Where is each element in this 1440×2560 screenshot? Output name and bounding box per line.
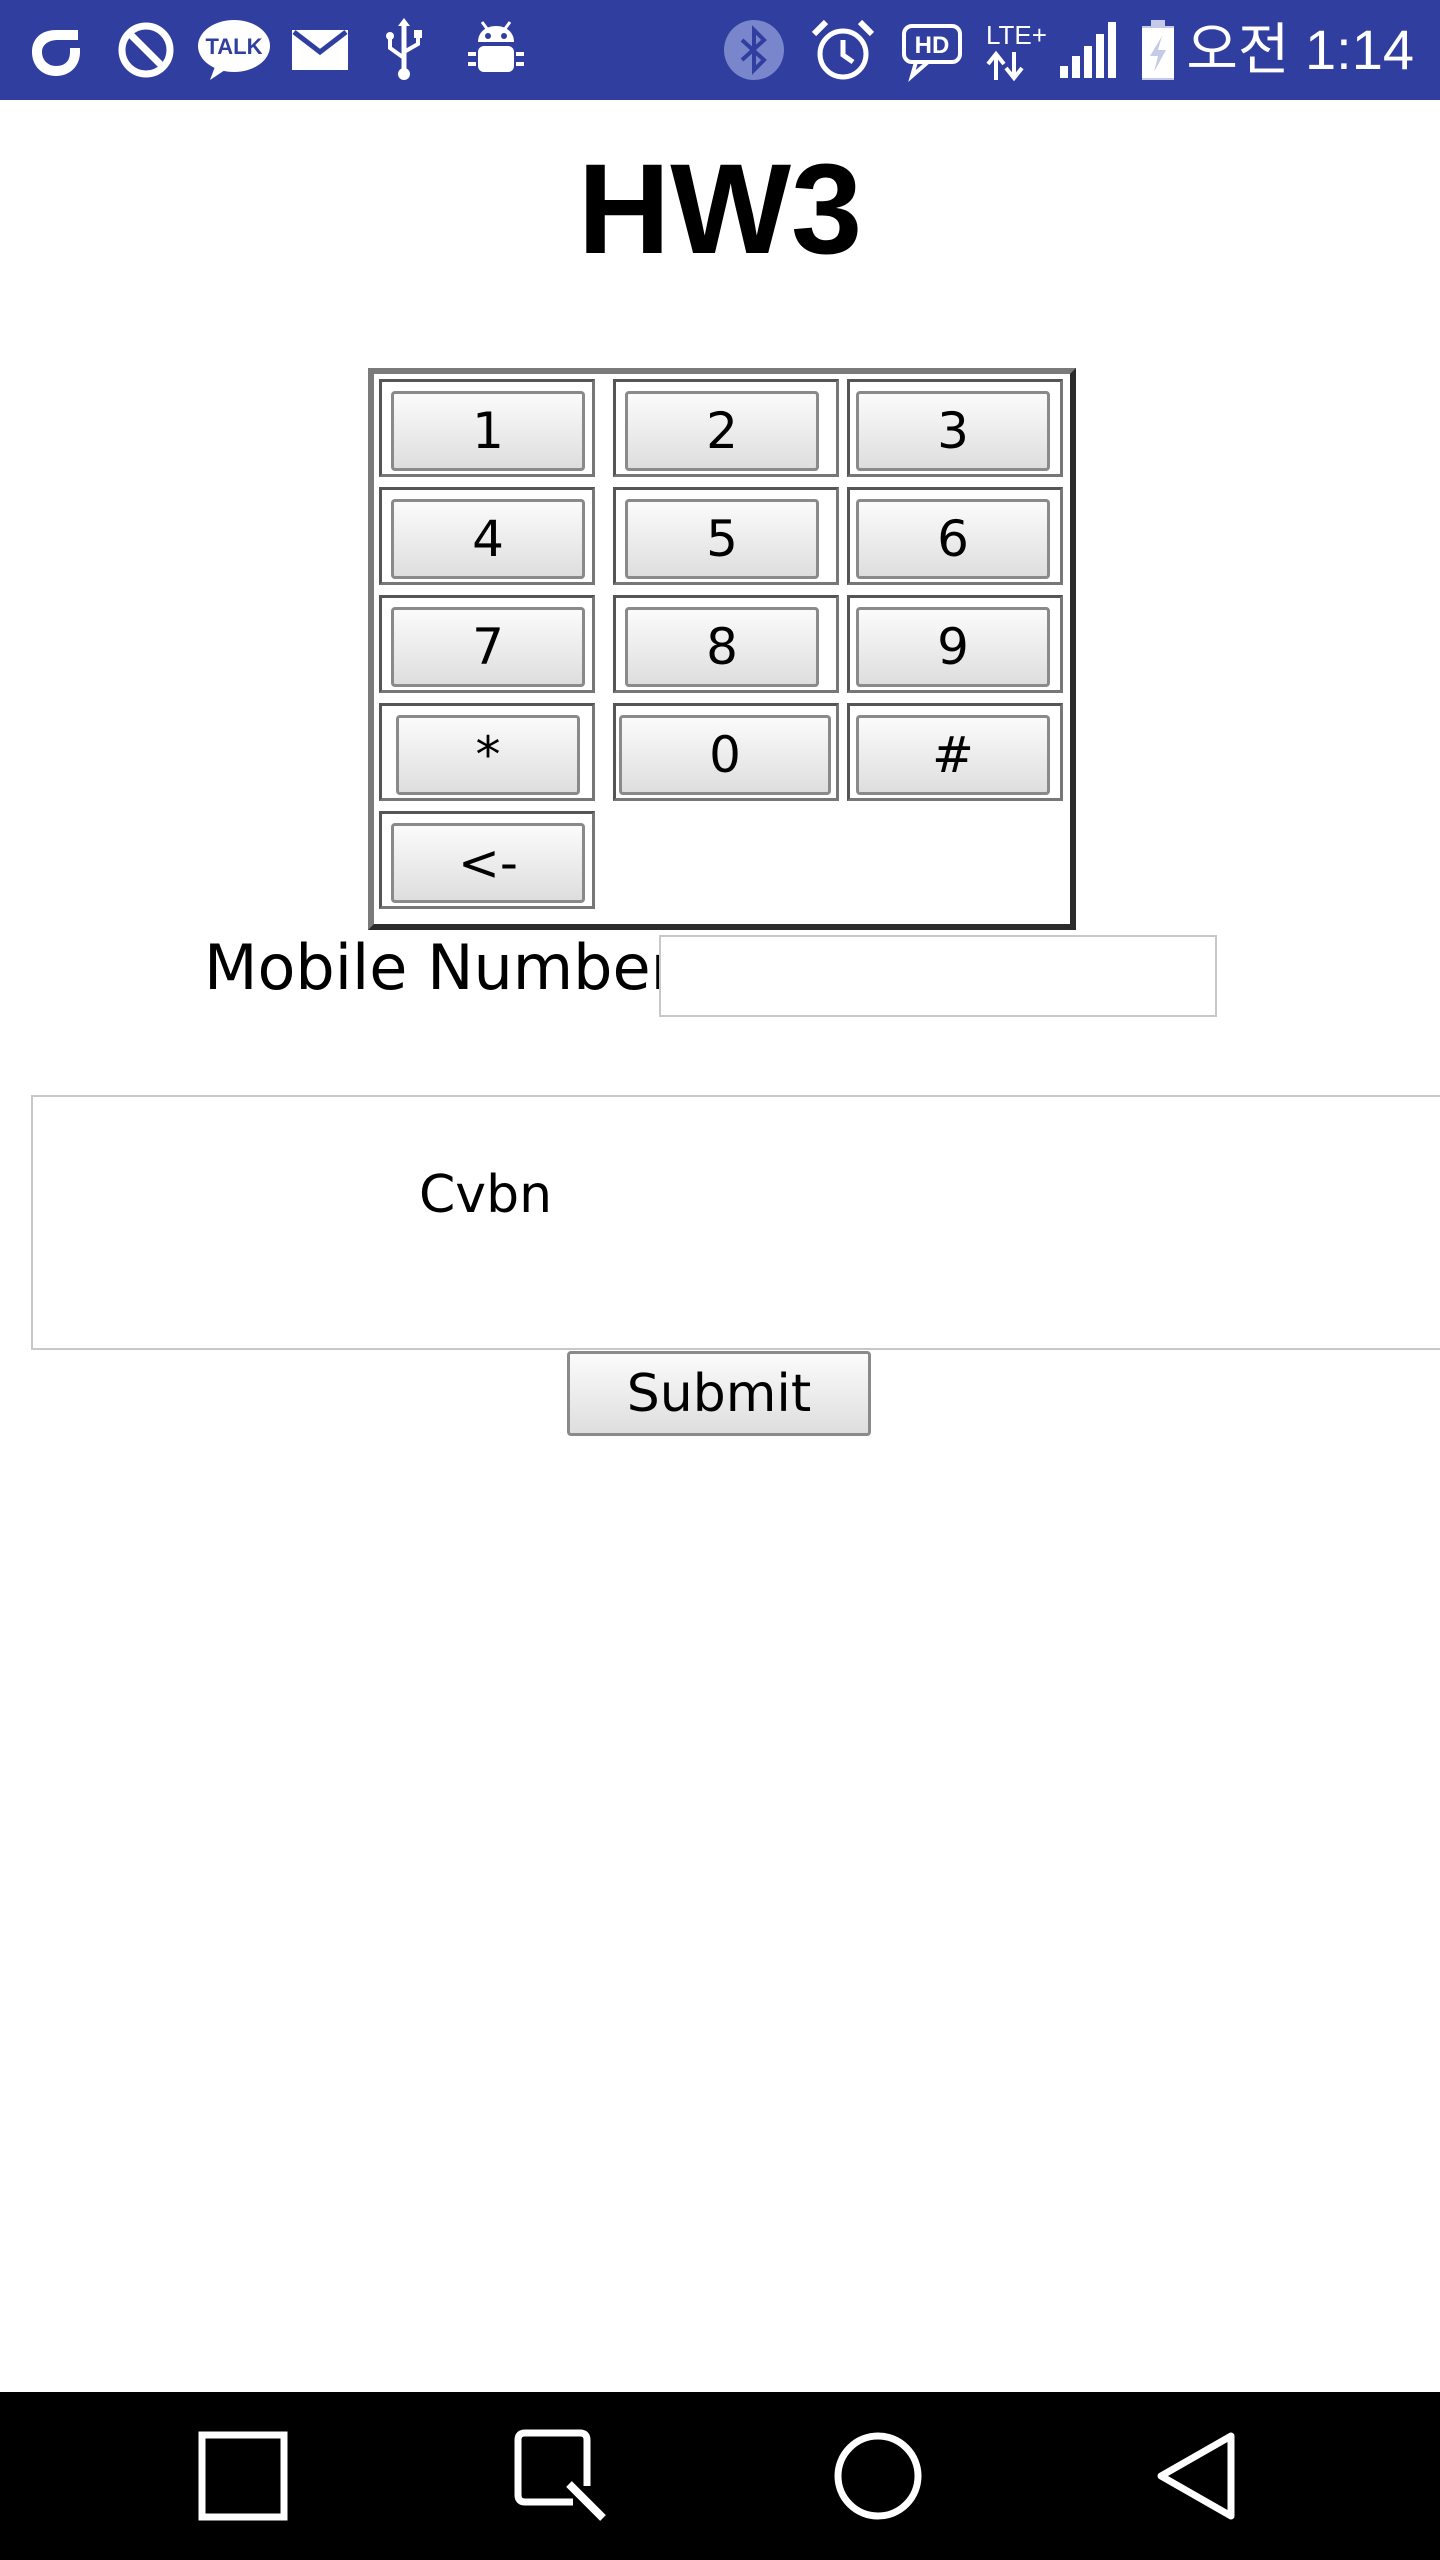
key-2-button[interactable]: 2 (625, 391, 819, 471)
olleh-icon (32, 30, 80, 76)
key-star-button[interactable]: * (396, 715, 580, 795)
key-9-button[interactable]: 9 (856, 607, 1050, 687)
talk-label: TALK (205, 34, 262, 59)
lte-label: LTE+ (986, 20, 1046, 50)
capture-icon (514, 2429, 606, 2521)
mobile-number-label: Mobile Number (204, 931, 677, 1004)
hd-voice-icon: HD (902, 24, 962, 82)
status-time: 오전 1:14 (1186, 18, 1414, 81)
navigation-bar (0, 2392, 1440, 2560)
submit-button[interactable]: Submit (567, 1351, 871, 1436)
capture-button[interactable] (461, 2392, 661, 2560)
back-button[interactable] (1096, 2392, 1296, 2560)
key-5-button[interactable]: 5 (625, 499, 819, 579)
signal-icon (1060, 22, 1116, 78)
message-textarea[interactable]: Cvbn (31, 1095, 1440, 1350)
recent-apps-button[interactable] (143, 2392, 343, 2560)
back-icon (1157, 2432, 1235, 2520)
bluetooth-icon (724, 20, 784, 80)
page-title: HW3 (577, 138, 863, 281)
key-8-button[interactable]: 8 (625, 607, 819, 687)
key-6-button[interactable]: 6 (856, 499, 1050, 579)
mail-icon (292, 30, 348, 70)
alarm-icon (811, 19, 875, 80)
battery-charging-icon (1142, 20, 1174, 80)
block-icon (118, 22, 174, 78)
recent-apps-icon (198, 2431, 288, 2521)
key-1-button[interactable]: 1 (391, 391, 585, 471)
key-0-button[interactable]: 0 (619, 715, 831, 795)
backspace-button[interactable]: <- (391, 823, 585, 903)
usb-icon (386, 18, 422, 80)
lte-icon: LTE+ (986, 20, 1046, 82)
mobile-number-input[interactable] (659, 935, 1217, 1017)
home-button[interactable] (778, 2392, 978, 2560)
kakaotalk-icon: TALK (198, 20, 270, 80)
key-4-button[interactable]: 4 (391, 499, 585, 579)
status-bar: TALK HD LTE+ 오전 1:14 (0, 0, 1440, 100)
home-icon (834, 2432, 922, 2520)
keypad: 1 2 3 4 5 6 7 8 9 * 0 # <- (368, 368, 1076, 930)
key-3-button[interactable]: 3 (856, 391, 1050, 471)
key-7-button[interactable]: 7 (391, 607, 585, 687)
key-hash-button[interactable]: # (856, 715, 1050, 795)
hd-label: HD (915, 32, 950, 59)
android-debug-icon (468, 21, 524, 72)
